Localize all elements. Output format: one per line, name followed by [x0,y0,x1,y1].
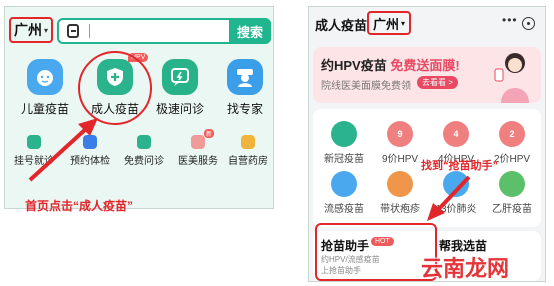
checkup-button[interactable]: 预约体检 [65,135,115,167]
child-vaccine-label: 儿童疫苗 [20,102,69,116]
beauty-icon [191,135,205,149]
grid-item-label: 9价HPV [381,154,419,165]
watermark: 云南龙网 [421,256,510,281]
banner-title-prefix: 约HPV疫苗 [321,58,387,73]
doctor-icon [227,59,263,95]
pneumonia-vaccine-icon [443,171,469,197]
banner-subtitle: 院线医美面膜免费领 [321,81,411,92]
grid-item-covid[interactable]: 新冠疫苗 [319,121,369,165]
pharmacy-label: 自营药房 [228,156,268,167]
close-icon[interactable] [522,17,535,30]
registration-icon [27,135,41,149]
checkup-icon [83,135,97,149]
hpv9-icon: 9 [387,121,413,147]
hpv4-icon: 4 [443,121,469,147]
promo-banner[interactable]: 约HPV疫苗 免费送面膜! 院线医美面膜免费领 去看看 > [313,47,541,103]
child-face-icon [27,59,63,95]
city-label-right: 广州 [372,16,399,32]
chevron-down-icon: ▾ [401,18,406,28]
pharmacy-button[interactable]: 自营药房 [223,135,273,167]
grid-item-label: 带状疱疹 [380,204,420,215]
banner-title-highlight: 免费送面膜! [390,58,460,73]
right-screenshot-panel: 成人疫苗 广州 ▾ ••• 约HPV疫苗 免费送面膜! 院线医美面膜免费领 去看… [308,6,546,282]
registration-button[interactable]: 挂号就诊 [9,135,59,167]
free-consult-label: 免费问诊 [124,156,164,167]
adult-vaccine-highlight [78,51,152,125]
grid-item-label: 新冠疫苗 [324,154,364,165]
step-caption-right: 找到“抢苗助手” [421,160,498,172]
grid-item-pneumonia[interactable]: 13价肺炎 [431,171,481,215]
flu-vaccine-icon [331,171,357,197]
grid-item-hpv9[interactable]: 9 9价HPV [375,121,425,165]
grid-item-flu[interactable]: 流感疫苗 [319,171,369,215]
covid-vaccine-icon [331,121,357,147]
chevron-down-icon: ▾ [43,25,48,35]
free-consult-icon [137,135,151,149]
city-selector-right[interactable]: 广州 ▾ [367,11,411,35]
city-label: 广州 [13,22,42,38]
vaccine-grab-helper-subtitle: 约HPV/流感疫苗上抢苗助手 [321,255,380,275]
grid-item-hepb[interactable]: 乙肝疫苗 [487,171,537,215]
hepb-vaccine-icon [499,171,525,197]
grid-item-label: 流感疫苗 [324,204,364,215]
grid-item-label: 13价肺炎 [435,204,477,215]
search-cursor [89,24,90,38]
chat-bolt-icon [162,59,198,95]
grid-item-shingles[interactable]: 带状疱疹 [375,171,425,215]
shingles-vaccine-icon [387,171,413,197]
search-button[interactable]: 搜索 [229,18,271,44]
page-title: 成人疫苗 [315,18,368,33]
fast-consult-label: 极速问诊 [155,102,204,116]
checkup-label: 预约体检 [70,156,110,167]
city-selector[interactable]: 广州 ▾ [9,17,53,43]
fast-consult-button[interactable]: 极速问诊 [150,59,210,117]
child-vaccine-button[interactable]: 儿童疫苗 [15,59,75,117]
hpv2-icon: 2 [499,121,525,147]
registration-label: 挂号就诊 [14,156,54,167]
more-icon[interactable]: ••• [502,13,518,27]
banner-title: 约HPV疫苗 免费送面膜! [321,55,460,74]
beauty-service-label: 医美服务 [178,156,218,167]
scan-icon[interactable] [67,24,79,38]
left-screenshot-panel: 广州 ▾ 搜索 儿童疫苗 HPV 成人疫苗 极速问诊 找专家 挂号就诊 预约体检… [4,6,275,213]
find-expert-label: 找专家 [226,102,263,116]
new-tag: 新 [204,129,215,138]
find-expert-button[interactable]: 找专家 [215,59,275,117]
pharmacy-icon [241,135,255,149]
search-bar[interactable]: 搜索 [57,18,271,44]
hot-tag: HOT [371,237,394,246]
vaccine-grab-helper-title: 抢苗助手 [321,239,370,253]
banner-go-button[interactable]: 去看看 > [417,76,458,89]
grid-item-label: 乙肝疫苗 [492,204,532,215]
step-caption-left: 首页点击“成人疫苗” [25,199,134,213]
free-consult-button[interactable]: 免费问诊 [119,135,169,167]
girl-illustration-icon [494,53,529,103]
beauty-service-button[interactable]: 新 医美服务 [173,129,223,167]
